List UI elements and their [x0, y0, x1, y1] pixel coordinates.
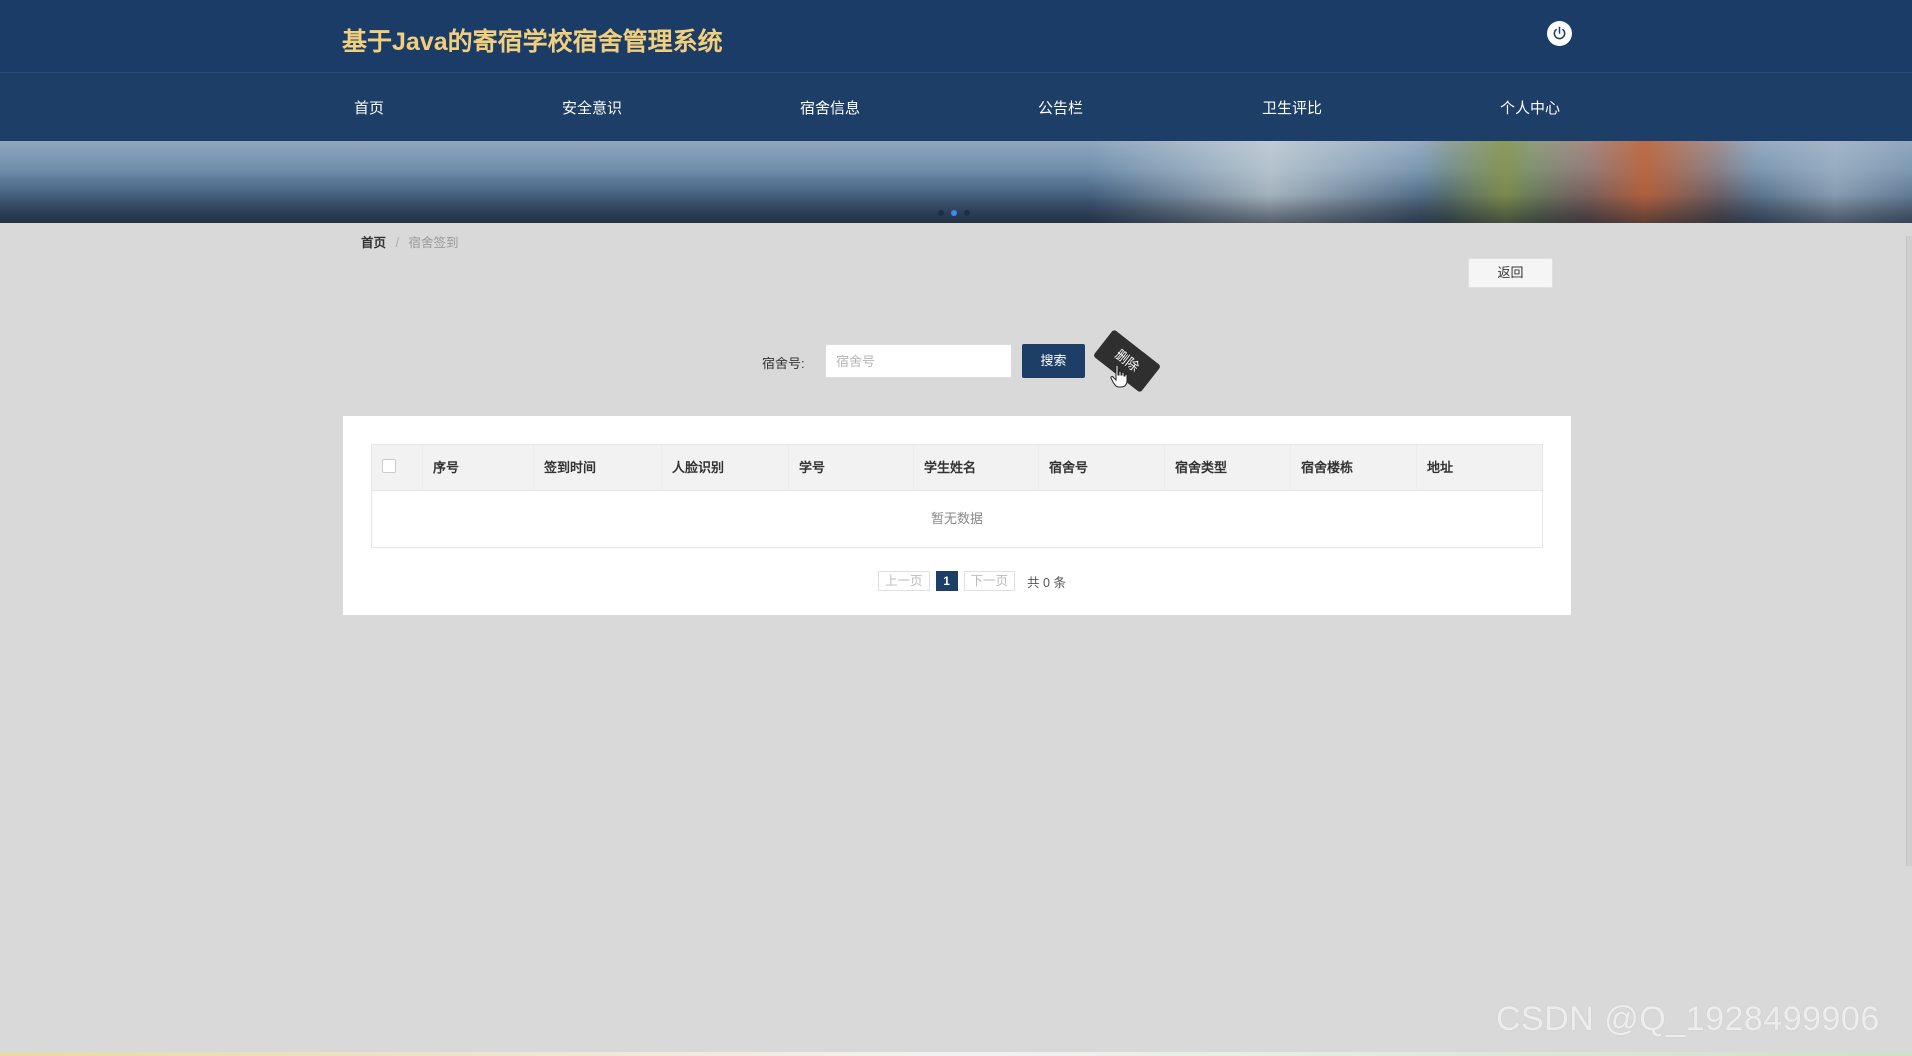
- banner-shade: [0, 195, 1912, 223]
- column-header-student-name: 学生姓名: [913, 445, 1038, 491]
- checkin-table: 序号 签到时间 人脸识别 学号 学生姓名 宿舍号 宿舍类型 宿舍楼栋 地址 暂无…: [371, 444, 1543, 548]
- column-header-student-id: 学号: [788, 445, 913, 491]
- breadcrumb: 首页 / 宿舍签到: [361, 232, 458, 251]
- table-panel: 序号 签到时间 人脸识别 学号 学生姓名 宿舍号 宿舍类型 宿舍楼栋 地址 暂无…: [343, 416, 1571, 615]
- nav-item-bulletin[interactable]: 公告栏: [1038, 97, 1083, 118]
- main-nav: 首页 安全意识 宿舍信息 公告栏 卫生评比 个人中心: [0, 72, 1912, 142]
- dorm-number-input[interactable]: [825, 344, 1012, 378]
- hand-cursor-icon: [1110, 364, 1128, 388]
- column-header-index: 序号: [422, 445, 533, 491]
- watermark: CSDN @Q_1928499906: [1496, 1000, 1880, 1038]
- power-icon[interactable]: [1547, 21, 1572, 46]
- total-count: 共 0 条: [1027, 575, 1066, 590]
- breadcrumb-separator: /: [395, 236, 399, 250]
- breadcrumb-current: 宿舍签到: [408, 236, 459, 250]
- search-button[interactable]: 搜索: [1022, 344, 1085, 378]
- next-page-button[interactable]: 下一页: [963, 571, 1016, 591]
- nav-item-personal-center[interactable]: 个人中心: [1500, 97, 1560, 118]
- nav-item-hygiene-rating[interactable]: 卫生评比: [1262, 97, 1322, 118]
- column-header-checkin-time: 签到时间: [533, 445, 661, 491]
- table-header: 序号 签到时间 人脸识别 学号 学生姓名 宿舍号 宿舍类型 宿舍楼栋 地址: [372, 445, 1542, 491]
- column-header-dorm-type: 宿舍类型: [1164, 445, 1290, 491]
- column-header-dorm-number: 宿舍号: [1038, 445, 1164, 491]
- nav-item-safety-awareness[interactable]: 安全意识: [562, 97, 622, 118]
- empty-state: 暂无数据: [930, 511, 983, 526]
- power-icon-glyph: [1553, 26, 1566, 40]
- carousel-dot[interactable]: [964, 210, 970, 216]
- carousel-indicators: [938, 210, 970, 216]
- back-button[interactable]: 返回: [1468, 258, 1553, 288]
- carousel-dot[interactable]: [938, 210, 944, 216]
- page-number-current[interactable]: 1: [935, 571, 958, 591]
- dorm-number-label: 宿舍号:: [762, 356, 805, 371]
- nav-item-home[interactable]: 首页: [354, 97, 384, 118]
- breadcrumb-home[interactable]: 首页: [361, 236, 386, 250]
- select-all-cell: [372, 445, 422, 491]
- column-header-address: 地址: [1416, 445, 1542, 491]
- page-scrollbar[interactable]: [1906, 236, 1912, 866]
- nav-item-dorm-info[interactable]: 宿舍信息: [800, 97, 860, 118]
- bottom-edge: [0, 1052, 1912, 1056]
- carousel-dot-active[interactable]: [951, 210, 957, 216]
- header-bar: 基于Java的寄宿学校宿舍管理系统: [0, 0, 1912, 72]
- prev-page-button[interactable]: 上一页: [878, 571, 930, 591]
- column-header-dorm-building: 宿舍楼栋: [1290, 445, 1416, 491]
- select-all-checkbox[interactable]: [382, 459, 396, 473]
- pagination: 上一页 1 下一页 共 0 条: [343, 571, 1571, 591]
- site-title: 基于Java的寄宿学校宿舍管理系统: [342, 28, 723, 56]
- column-header-face-recognition: 人脸识别: [661, 445, 788, 491]
